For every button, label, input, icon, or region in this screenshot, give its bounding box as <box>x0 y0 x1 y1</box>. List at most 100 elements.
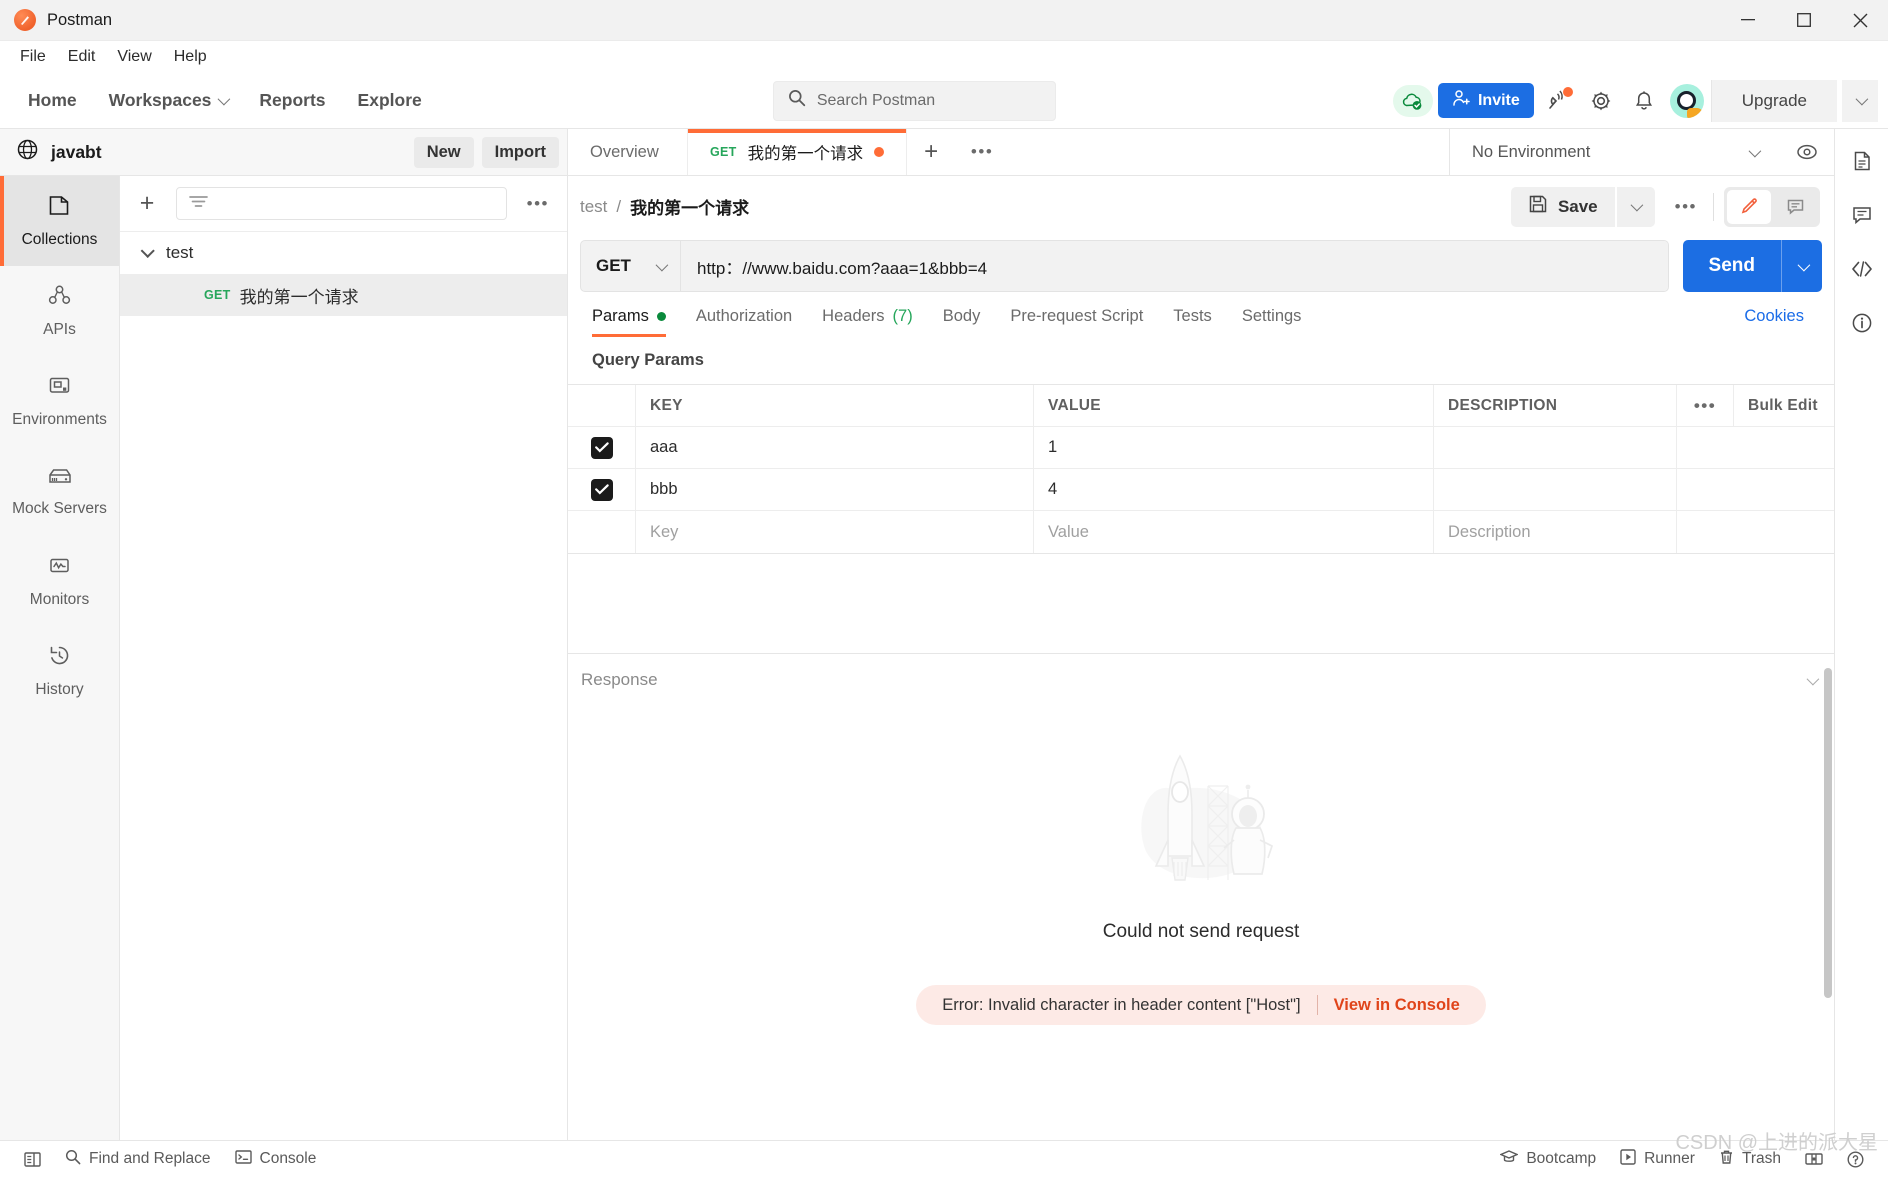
collection-list-pane: + ••• test GET 我的第一个请求 <box>120 176 567 1140</box>
trash-button[interactable]: Trash <box>1707 1145 1793 1174</box>
tab-tests[interactable]: Tests <box>1158 307 1227 337</box>
upgrade-button[interactable]: Upgrade <box>1710 79 1837 122</box>
close-button[interactable] <box>1832 0 1888 41</box>
tab-request[interactable]: GET 我的第一个请求 <box>688 129 908 175</box>
collections-icon <box>47 193 72 223</box>
gear-icon[interactable] <box>1582 82 1620 120</box>
help-icon[interactable] <box>1835 1147 1876 1172</box>
param-key-input[interactable]: bbb <box>636 469 1034 510</box>
invite-button[interactable]: Invite <box>1437 83 1534 118</box>
new-param-key-input[interactable]: Key <box>636 511 1034 553</box>
panel-layout-icon[interactable] <box>1793 1147 1835 1171</box>
tab-headers[interactable]: Headers (7) <box>807 307 928 337</box>
chevron-down-icon[interactable] <box>1806 672 1820 685</box>
params-more-icon[interactable]: ••• <box>1677 385 1734 426</box>
graduation-cap-icon <box>1499 1149 1520 1169</box>
info-icon[interactable] <box>1842 303 1882 343</box>
param-description-input[interactable] <box>1434 427 1677 468</box>
param-key-input[interactable]: aaa <box>636 427 1034 468</box>
send-button[interactable]: Send <box>1682 240 1822 292</box>
globe-icon <box>17 139 38 165</box>
tab-overview[interactable]: Overview <box>568 129 688 175</box>
request-more-icon[interactable]: ••• <box>1669 193 1703 221</box>
url-row: GET http：//www.baidu.com?aaa=1&bbb=4 Sen… <box>568 237 1834 295</box>
unsaved-indicator-dot <box>874 147 885 157</box>
url-bar: GET http：//www.baidu.com?aaa=1&bbb=4 <box>580 240 1669 292</box>
nav-workspaces[interactable]: Workspaces <box>95 83 242 118</box>
comment-icon[interactable] <box>1773 190 1817 224</box>
search-input[interactable] <box>816 91 1041 110</box>
maximize-button[interactable] <box>1776 0 1832 41</box>
tab-body[interactable]: Body <box>928 307 996 337</box>
nav-reports[interactable]: Reports <box>245 83 339 118</box>
sidebar-item-history[interactable]: History <box>0 626 119 716</box>
new-tab-button[interactable]: + <box>907 129 955 175</box>
divider <box>1713 192 1714 221</box>
row-checkbox[interactable] <box>568 427 636 468</box>
method-select[interactable]: GET <box>581 241 681 291</box>
request-row[interactable]: GET 我的第一个请求 <box>120 274 567 316</box>
param-value-input[interactable]: 4 <box>1034 469 1434 510</box>
cloud-check-icon[interactable] <box>1392 84 1433 117</box>
documentation-icon[interactable] <box>1842 141 1882 181</box>
right-icon-rail <box>1834 129 1888 1140</box>
new-button[interactable]: New <box>413 136 474 168</box>
environment-selector[interactable]: No Environment <box>1450 129 1780 175</box>
sidebar-item-collections[interactable]: Collections <box>0 176 119 266</box>
bulk-edit-button[interactable]: Bulk Edit <box>1734 385 1834 426</box>
search-postman-box[interactable] <box>772 80 1056 121</box>
menu-view[interactable]: View <box>106 45 162 69</box>
tab-settings[interactable]: Settings <box>1227 307 1317 337</box>
sidebar-item-environments[interactable]: Environments <box>0 356 119 446</box>
row-checkbox[interactable] <box>568 469 636 510</box>
workspace-name[interactable]: javabt <box>0 139 102 165</box>
save-options-chevron-down-icon[interactable] <box>1616 186 1655 227</box>
nav-home[interactable]: Home <box>14 83 91 118</box>
upgrade-chevron-down-icon[interactable] <box>1842 79 1878 122</box>
menu-file[interactable]: File <box>9 45 57 69</box>
code-snippet-icon[interactable] <box>1842 249 1882 289</box>
query-params-table: KEY VALUE DESCRIPTION ••• Bulk Edit aaa … <box>568 384 1834 554</box>
menu-edit[interactable]: Edit <box>57 45 107 69</box>
sidebar-item-mock-servers[interactable]: Mock Servers <box>0 446 119 536</box>
new-param-value-input[interactable]: Value <box>1034 511 1434 553</box>
comments-icon[interactable] <box>1842 195 1882 235</box>
console-button[interactable]: Console <box>223 1145 329 1174</box>
plus-icon[interactable]: + <box>132 189 162 219</box>
nav-workspaces-label: Workspaces <box>108 90 212 110</box>
avatar[interactable] <box>1668 82 1706 120</box>
tab-params[interactable]: Params <box>580 307 681 337</box>
new-param-description-input[interactable]: Description <box>1434 511 1677 553</box>
sidebar-item-monitors[interactable]: Monitors <box>0 536 119 626</box>
import-button[interactable]: Import <box>481 136 559 168</box>
collection-row-test[interactable]: test <box>120 232 567 274</box>
save-button[interactable]: Save <box>1510 186 1615 227</box>
nav-reports-label: Reports <box>259 90 326 110</box>
nav-explore[interactable]: Explore <box>344 83 436 118</box>
runner-button[interactable]: Runner <box>1608 1145 1707 1174</box>
param-description-input[interactable] <box>1434 469 1677 510</box>
menu-help[interactable]: Help <box>163 45 218 69</box>
bell-icon[interactable] <box>1625 82 1663 120</box>
tab-more-icon[interactable]: ••• <box>955 129 1009 175</box>
vertical-scrollbar[interactable] <box>1824 668 1832 998</box>
send-options-chevron-down-icon[interactable] <box>1782 258 1822 271</box>
response-title: Response <box>581 670 658 689</box>
param-value-input[interactable]: 1 <box>1034 427 1434 468</box>
filter-input[interactable] <box>176 187 507 220</box>
collection-more-icon[interactable]: ••• <box>521 190 555 218</box>
cookies-link[interactable]: Cookies <box>1744 307 1808 337</box>
tab-authorization[interactable]: Authorization <box>681 307 807 337</box>
environment-quick-look-eye-icon[interactable] <box>1780 129 1834 175</box>
pencil-icon[interactable] <box>1727 189 1771 224</box>
breadcrumb-collection[interactable]: test <box>580 197 607 217</box>
url-input[interactable]: http：//www.baidu.com?aaa=1&bbb=4 <box>681 241 1668 291</box>
sidebar-item-apis[interactable]: APIs <box>0 266 119 356</box>
satellite-icon[interactable] <box>1539 82 1577 120</box>
tab-pre-request-script[interactable]: Pre-request Script <box>995 307 1158 337</box>
minimize-button[interactable] <box>1720 0 1776 41</box>
sidebar-toggle-icon[interactable] <box>12 1147 53 1172</box>
view-in-console-link[interactable]: View in Console <box>1334 996 1460 1015</box>
bootcamp-button[interactable]: Bootcamp <box>1488 1145 1608 1173</box>
find-and-replace-button[interactable]: Find and Replace <box>53 1145 223 1174</box>
